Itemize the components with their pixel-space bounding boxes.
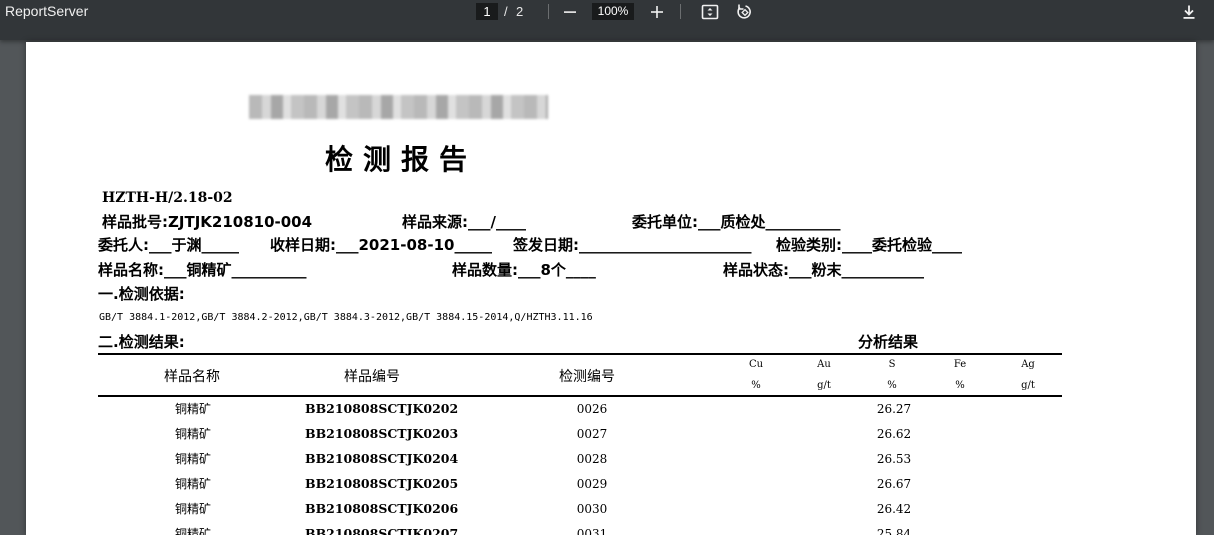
table-row: 铜精矿 BB210808SCTJK0204 0028 26.53	[98, 450, 1062, 475]
cell-sample-code: BB210808SCTJK0205	[305, 476, 459, 491]
toolbar-divider	[680, 4, 681, 19]
cell-s-value: 26.53	[876, 452, 912, 466]
document-title: ReportServer	[5, 3, 89, 19]
table-row: 铜精矿 BB210808SCTJK0206 0030 26.42	[98, 500, 1062, 525]
client-person: 委托人:___于渊_____	[98, 236, 239, 254]
cell-sample-name: 铜精矿	[174, 502, 211, 516]
element-cu: Cu	[748, 359, 764, 370]
page-count: 2	[516, 4, 524, 19]
toolbar-divider	[548, 4, 549, 19]
download-button[interactable]	[1178, 0, 1200, 24]
sample-source: 样品来源:___/____	[402, 213, 526, 231]
sample-batch: 样品批号:ZJTJK210810-004	[102, 213, 313, 231]
element-s: S	[888, 359, 896, 370]
receive-date: 收样日期:___2021-08-10_____	[270, 236, 492, 254]
cell-sample-code: BB210808SCTJK0204	[305, 451, 459, 466]
cell-s-value: 26.27	[876, 402, 912, 416]
cell-test-number: 0026	[576, 402, 608, 416]
element-ag: Ag	[1021, 359, 1035, 370]
cell-sample-name: 铜精矿	[174, 427, 211, 441]
section-basis-heading: 一.检测依据:	[98, 285, 185, 303]
cell-test-number: 0031	[576, 527, 608, 535]
redacted-header	[249, 95, 548, 119]
unit-ag: g/t	[1021, 380, 1035, 391]
inspection-category: 检验类别:____委托检验____	[776, 236, 962, 254]
pdf-toolbar: ReportServer 1 / 2 100%	[0, 0, 1214, 40]
rotate-icon	[737, 4, 751, 19]
rotate-button[interactable]	[734, 0, 756, 24]
sample-name: 样品名称:___铜精矿__________	[98, 261, 307, 279]
zoom-in-button[interactable]	[647, 0, 667, 24]
unit-fe: %	[955, 380, 965, 391]
table-row: 铜精矿 BB210808SCTJK0203 0027 26.62	[98, 425, 1062, 450]
unit-cu: %	[751, 380, 761, 391]
plus-icon	[651, 6, 663, 18]
cell-s-value: 26.67	[876, 477, 912, 491]
section-results-heading: 二.检测结果:	[98, 333, 185, 351]
table-row: 铜精矿 BB210808SCTJK0207 0031 25.84	[98, 525, 1062, 535]
page-separator: /	[504, 4, 508, 19]
table-top-rule	[98, 353, 1062, 355]
cell-sample-code: BB210808SCTJK0206	[305, 501, 459, 516]
fit-page-icon	[701, 4, 719, 20]
report-title: 检测报告	[325, 143, 478, 176]
zoom-out-button[interactable]	[560, 0, 580, 24]
cell-s-value: 26.42	[876, 502, 912, 516]
basis-standards: GB/T 3884.1-2012,GB/T 3884.2-2012,GB/T 3…	[99, 312, 593, 323]
fit-to-page-button[interactable]	[699, 0, 721, 24]
unit-au: g/t	[817, 380, 831, 391]
table-header-rule	[98, 395, 1062, 397]
header-sample-code: 样品编号	[344, 369, 400, 385]
minus-icon	[564, 11, 576, 13]
cell-s-value: 26.62	[876, 427, 912, 441]
cell-sample-name: 铜精矿	[174, 452, 211, 466]
cell-s-value: 25.84	[876, 527, 912, 535]
table-row: 铜精矿 BB210808SCTJK0202 0026 26.27	[98, 400, 1062, 425]
download-icon	[1183, 5, 1195, 19]
header-sample-name: 样品名称	[164, 369, 220, 385]
analysis-results-header: 分析结果	[858, 333, 919, 351]
sample-state: 样品状态:___粉末___________	[723, 261, 924, 279]
issue-date: 签发日期:_______________________	[513, 236, 752, 254]
cell-sample-code: BB210808SCTJK0202	[305, 401, 459, 416]
client-unit: 委托单位:___质检处__________	[632, 213, 841, 231]
cell-sample-name: 铜精矿	[174, 527, 211, 535]
element-fe: Fe	[953, 359, 967, 370]
cell-test-number: 0030	[576, 502, 608, 516]
page-number-input[interactable]: 1	[476, 3, 498, 20]
form-code: HZTH-H/2.18-02	[102, 190, 233, 206]
cell-test-number: 0029	[576, 477, 608, 491]
table-row: 铜精矿 BB210808SCTJK0205 0029 26.67	[98, 475, 1062, 500]
cell-sample-code: BB210808SCTJK0207	[305, 526, 459, 535]
cell-sample-code: BB210808SCTJK0203	[305, 426, 459, 441]
zoom-level-input[interactable]: 100%	[592, 3, 634, 20]
cell-sample-name: 铜精矿	[174, 402, 211, 416]
cell-test-number: 0027	[576, 427, 608, 441]
cell-test-number: 0028	[576, 452, 608, 466]
cell-sample-name: 铜精矿	[174, 477, 211, 491]
unit-s: %	[887, 380, 897, 391]
pdf-page: 检测报告 HZTH-H/2.18-02 样品批号:ZJTJK210810-004…	[26, 42, 1196, 535]
element-au: Au	[817, 359, 831, 370]
sample-quantity: 样品数量:___8个____	[452, 261, 596, 279]
header-test-number: 检测编号	[559, 369, 615, 385]
